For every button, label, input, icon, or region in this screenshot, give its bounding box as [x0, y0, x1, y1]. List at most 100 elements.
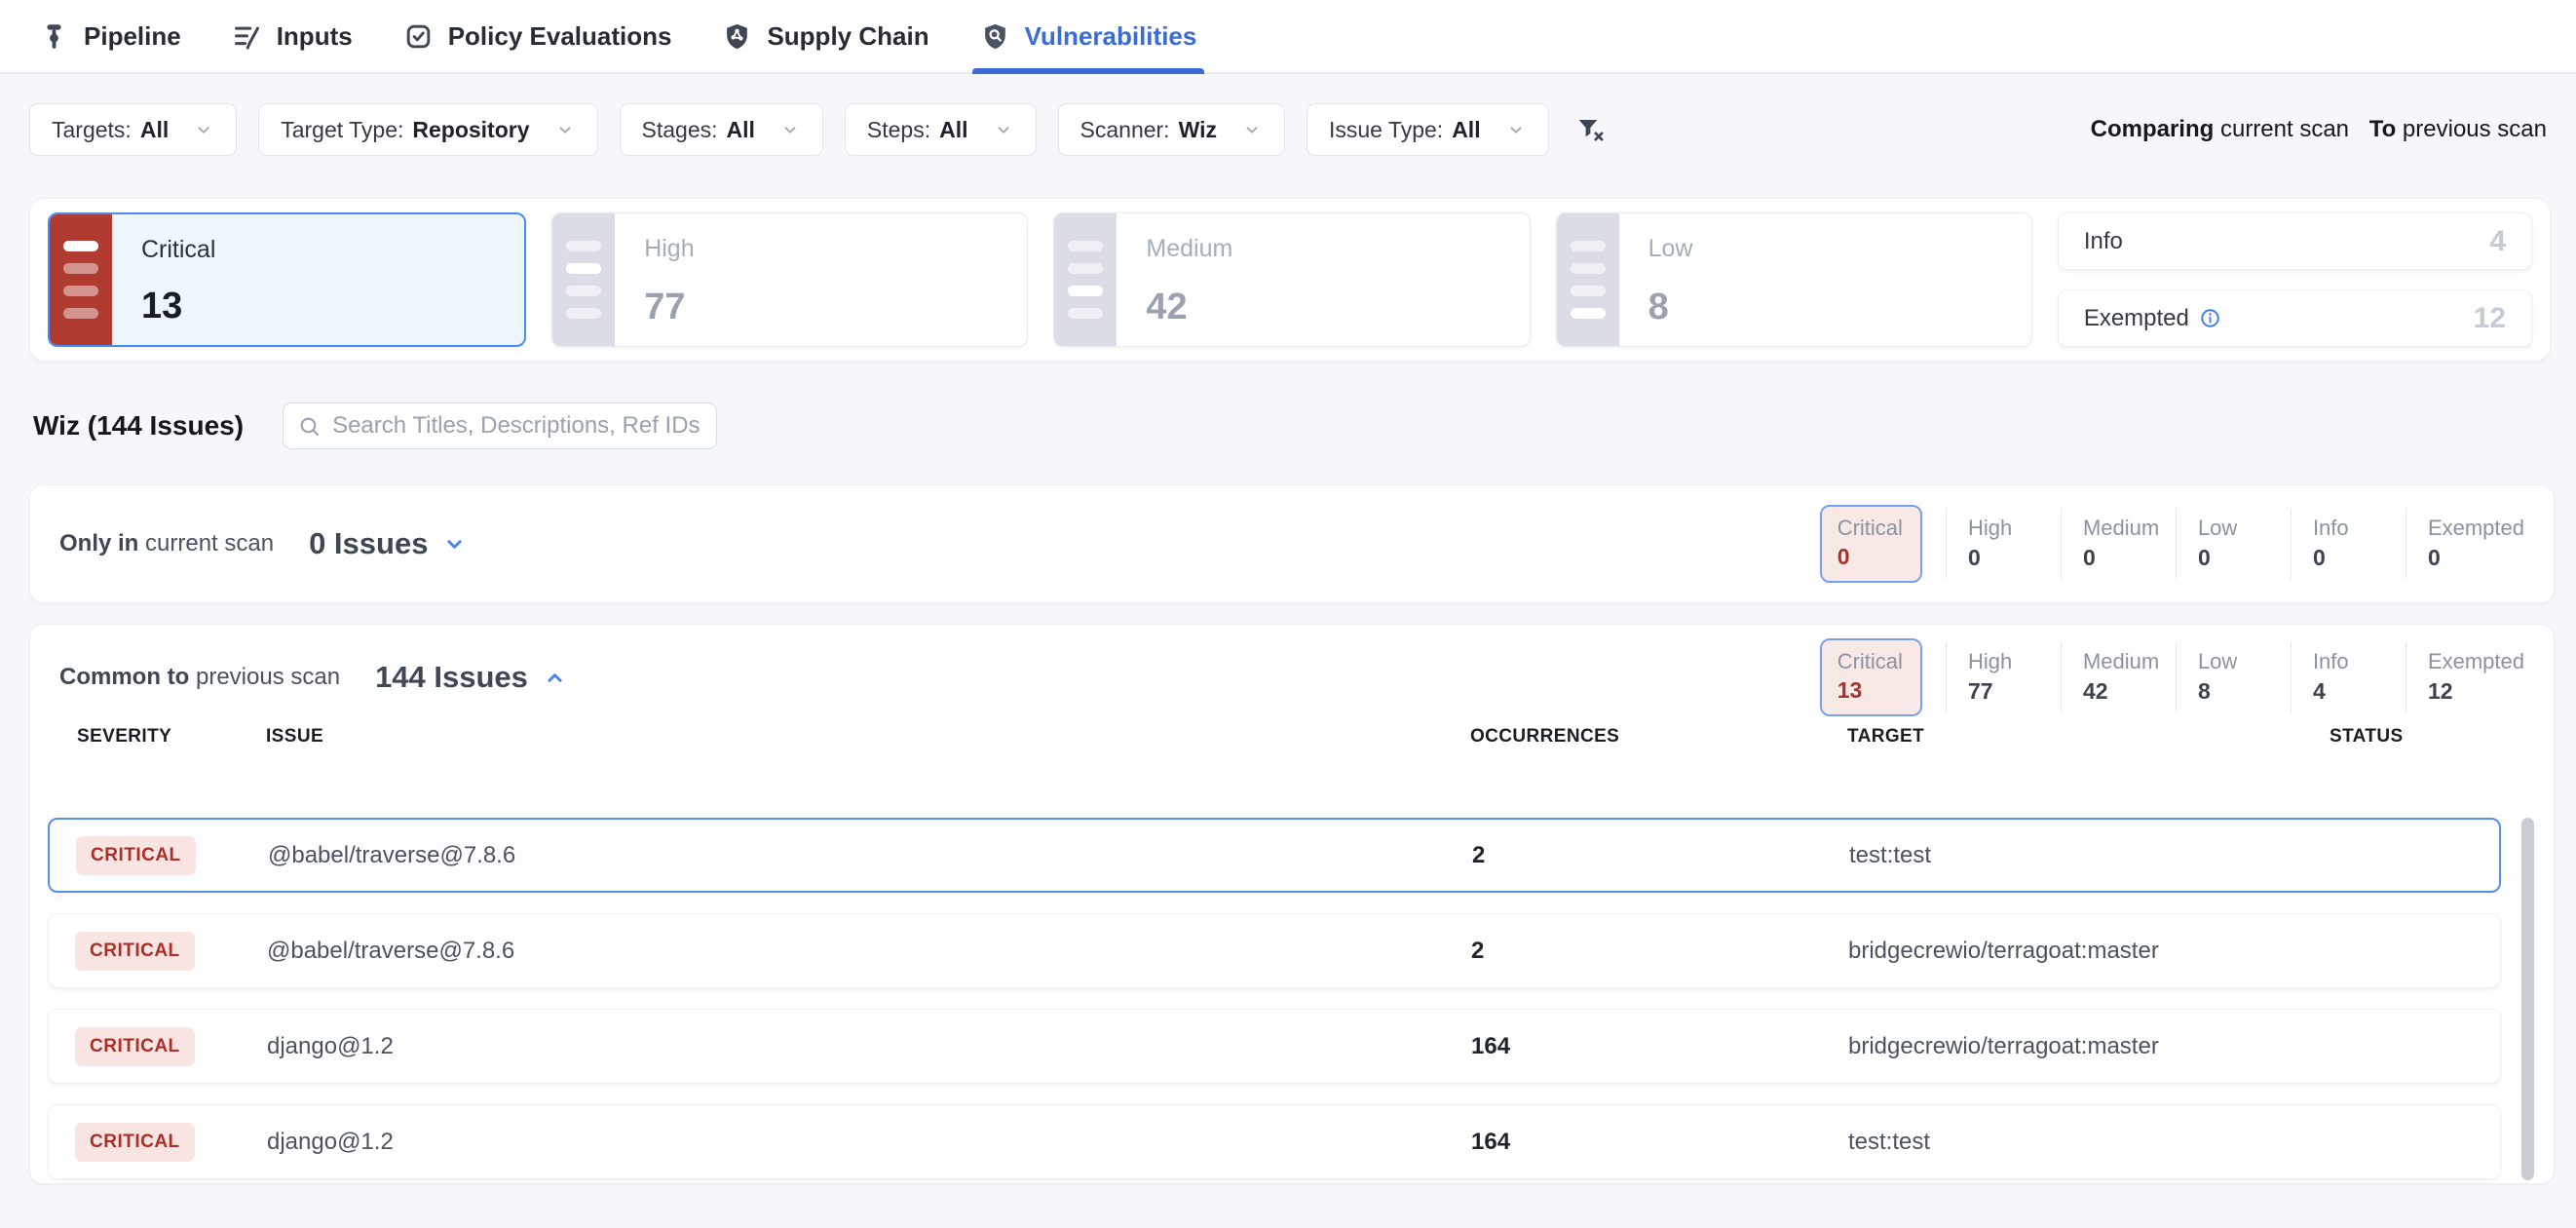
column-header-occurrences: OCCURRENCES	[1470, 726, 1619, 748]
search-input[interactable]	[332, 412, 702, 440]
count-info[interactable]: Info 0	[2291, 509, 2406, 579]
section-label: Only in current scan	[59, 530, 274, 557]
severity-card-info[interactable]: Info 4	[2058, 212, 2532, 270]
filter-target-type[interactable]: Target Type:Repository	[258, 103, 597, 156]
filter-stages[interactable]: Stages:All	[620, 103, 823, 156]
count-medium[interactable]: Medium 42	[2061, 642, 2176, 712]
scanner-title: Wiz (144 Issues)	[33, 410, 244, 441]
count-label: Info	[2313, 648, 2406, 676]
tab-inputs[interactable]: Inputs	[232, 0, 353, 72]
tab-vulnerabilities[interactable]: Vulnerabilities	[980, 0, 1197, 72]
severity-card-medium[interactable]: Medium 42	[1053, 212, 1530, 347]
card-label: Medium	[1146, 235, 1232, 263]
severity-card-low[interactable]: Low 8	[1556, 212, 2032, 347]
severity-badge: CRITICAL	[75, 932, 195, 971]
severity-level-icon	[1557, 213, 1619, 346]
filter-scanner[interactable]: Scanner:Wiz	[1058, 103, 1285, 156]
count-value: 0	[2083, 543, 2176, 573]
count-label: Critical	[1837, 515, 1903, 543]
count-label: High	[1968, 515, 2061, 543]
count-critical[interactable]: Critical 13	[1820, 638, 1922, 717]
count-value: 13	[1837, 675, 1903, 706]
count-info[interactable]: Info 4	[2291, 642, 2406, 712]
column-header-target: TARGET	[1847, 726, 1924, 748]
chevron-down-icon	[554, 119, 576, 140]
card-label: Critical	[141, 236, 215, 264]
common-section-toggle[interactable]: 144 Issues	[375, 660, 568, 695]
table-row[interactable]: CRITICAL django@1.2 164 bridgecrewio/ter…	[48, 1009, 2501, 1084]
section-label-rest: previous scan	[196, 664, 340, 690]
filter-issue-type[interactable]: Issue Type:All	[1307, 103, 1549, 156]
filter-clear-icon	[1574, 114, 1606, 145]
vulnerabilities-shield-icon	[980, 21, 1010, 52]
filter-label: Target Type:	[281, 117, 403, 143]
count-medium[interactable]: Medium 0	[2061, 509, 2176, 579]
occurrences-count: 164	[1471, 1033, 1510, 1060]
clear-filters-button[interactable]	[1574, 114, 1606, 145]
table-row[interactable]: CRITICAL @babel/traverse@7.8.6 2 test:te…	[48, 818, 2501, 893]
tab-label: Supply Chain	[767, 21, 928, 52]
target-name: bridgecrewio/terragoat:master	[1848, 1033, 2159, 1060]
tab-label: Policy Evaluations	[448, 21, 672, 52]
severity-summary-panel: Critical 13 High 77 Medium 42 Low 8 I	[29, 198, 2551, 362]
chevron-down-icon	[193, 119, 214, 140]
count-value: 12	[2428, 676, 2524, 707]
severity-level-icon	[552, 213, 615, 346]
filter-value: Wiz	[1179, 117, 1217, 143]
issues-table-body: CRITICAL @babel/traverse@7.8.6 2 test:te…	[48, 818, 2501, 1184]
count-label: Critical	[1837, 648, 1903, 676]
count-label: Exempted	[2428, 648, 2524, 676]
policy-check-icon	[403, 21, 434, 52]
comparing-text: previous scan	[2403, 116, 2547, 142]
chevron-down-icon	[779, 119, 801, 140]
comparing-status: Comparing current scan To previous scan	[2091, 116, 2547, 143]
count-low[interactable]: Low 0	[2176, 509, 2291, 579]
table-row[interactable]: CRITICAL django@1.2 164 test:test	[48, 1104, 2501, 1179]
occurrences-count: 2	[1471, 938, 1484, 965]
comparing-bold: To	[2369, 116, 2397, 142]
section-label-rest: current scan	[145, 530, 274, 556]
count-value: 77	[1968, 676, 2061, 707]
target-name: test:test	[1848, 1129, 1930, 1156]
only-in-current-scan-panel: Only in current scan 0 Issues Critical 0…	[29, 484, 2555, 603]
count-high[interactable]: High 0	[1946, 509, 2061, 579]
count-exempted[interactable]: Exempted 0	[2406, 509, 2524, 579]
count-exempted[interactable]: Exempted 12	[2406, 642, 2524, 712]
count-critical[interactable]: Critical 0	[1820, 505, 1922, 584]
count-high[interactable]: High 77	[1946, 642, 2061, 712]
column-header-status: STATUS	[2330, 726, 2404, 748]
table-row[interactable]: CRITICAL @babel/traverse@7.8.6 2 bridgec…	[48, 913, 2501, 988]
common-section-header: Common to previous scan 144 Issues Criti…	[30, 650, 2554, 705]
chevron-down-icon	[993, 119, 1014, 140]
count-label: High	[1968, 648, 2061, 676]
count-low[interactable]: Low 8	[2176, 642, 2291, 712]
tab-policy-evaluations[interactable]: Policy Evaluations	[403, 0, 672, 72]
severity-card-exempted[interactable]: Exempted 12	[2058, 289, 2532, 347]
common-severity-counts: Critical 13 High 77 Medium 42 Low 8 Info…	[1820, 638, 2524, 717]
issues-count: 144 Issues	[375, 660, 528, 695]
count-label: Medium	[2083, 648, 2176, 676]
comparing-text: current scan	[2220, 116, 2349, 142]
filter-steps[interactable]: Steps:All	[845, 103, 1037, 156]
only-section-toggle[interactable]: 0 Issues	[309, 526, 468, 561]
count-value: 0	[2313, 543, 2406, 573]
severity-level-icon	[50, 214, 112, 345]
issue-name: django@1.2	[267, 1033, 394, 1060]
severity-card-high[interactable]: High 77	[551, 212, 1028, 347]
filter-bar: Targets:All Target Type:Repository Stage…	[29, 103, 2547, 156]
severity-badge: CRITICAL	[76, 836, 196, 875]
count-value: 0	[2428, 543, 2524, 573]
tab-pipeline[interactable]: Pipeline	[39, 0, 181, 72]
info-icon[interactable]	[2199, 307, 2221, 329]
chevron-down-icon[interactable]	[441, 531, 468, 557]
tab-supply-chain[interactable]: Supply Chain	[722, 0, 928, 72]
chevron-up-icon[interactable]	[542, 665, 568, 691]
search-box	[283, 403, 717, 449]
filter-targets[interactable]: Targets:All	[29, 103, 237, 156]
severity-level-icon	[1054, 213, 1117, 346]
vertical-scrollbar-thumb[interactable]	[2521, 818, 2534, 1180]
chevron-down-icon	[1241, 119, 1263, 140]
count-label: Medium	[2083, 515, 2176, 543]
severity-card-critical[interactable]: Critical 13	[48, 212, 526, 347]
scanner-header-row: Wiz (144 Issues)	[33, 403, 717, 449]
